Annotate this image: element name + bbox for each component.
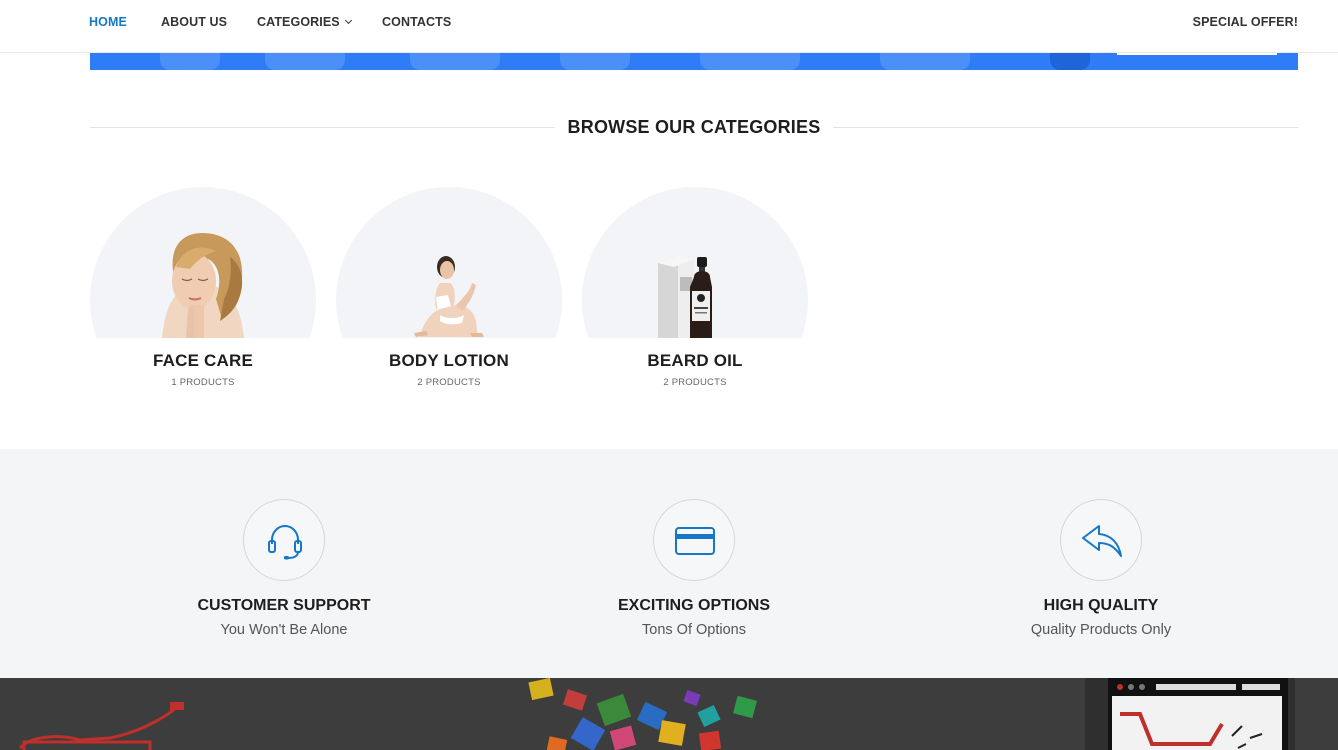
banner-decoration <box>560 53 630 70</box>
promo-banner-art <box>18 678 1295 750</box>
category-count: 2 PRODUCTS <box>417 377 481 388</box>
feature-subtitle: Quality Products Only <box>1030 622 1172 638</box>
banner-decoration <box>1117 53 1277 55</box>
category-face-care[interactable]: FACE CARE 1 PRODUCTS <box>90 187 316 397</box>
nav-categories-label: CATEGORIES <box>257 15 340 29</box>
category-name: FACE CARE <box>152 351 254 370</box>
feature-subtitle: Tons Of Options <box>642 622 746 638</box>
body-lotion-image <box>414 256 484 337</box>
category-beard-oil[interactable]: BEARD OIL 2 PRODUCTS <box>582 187 808 397</box>
feature-title: HIGH QUALITY <box>1043 597 1159 614</box>
category-count: 1 PRODUCTS <box>171 377 235 388</box>
banner-decoration <box>880 53 970 70</box>
promo-banner-strip[interactable] <box>0 678 1338 750</box>
section-title: BROWSE OUR CATEGORIES <box>567 117 821 137</box>
category-name: BEARD OIL <box>647 351 743 370</box>
nav-special-offer[interactable]: SPECIAL OFFER! <box>1193 15 1298 29</box>
feature-title: EXCITING OPTIONS <box>617 597 770 614</box>
chevron-down-icon <box>344 16 352 25</box>
category-count: 2 PRODUCTS <box>663 377 727 388</box>
banner-decoration <box>265 53 345 70</box>
feature-icon-circle <box>243 499 325 581</box>
banner-decoration <box>410 53 500 70</box>
reply-arrow-icon <box>1082 525 1122 557</box>
credit-card-icon <box>675 527 715 555</box>
top-navigation: HOME ABOUT US CATEGORIES CONTACTS SPECIA… <box>0 0 1338 53</box>
feature-icon-circle <box>653 499 735 581</box>
feature-customer-support: CUSTOMER SUPPORT You Won't Be Alone <box>154 449 414 678</box>
nav-contacts[interactable]: CONTACTS <box>382 15 451 29</box>
headset-icon <box>268 524 302 560</box>
category-image-frame <box>90 187 316 338</box>
feature-icon-circle <box>1060 499 1142 581</box>
category-name: BODY LOTION <box>389 351 509 370</box>
face-care-image <box>162 233 244 338</box>
category-image-frame <box>582 187 808 338</box>
banner-decoration <box>700 53 800 70</box>
features-section: CUSTOMER SUPPORT You Won't Be Alone EXCI… <box>0 449 1338 678</box>
nav-categories[interactable]: CATEGORIES <box>257 15 352 29</box>
banner-decoration <box>1050 53 1090 70</box>
feature-high-quality: HIGH QUALITY Quality Products Only <box>971 449 1231 678</box>
nav-about-us[interactable]: ABOUT US <box>161 15 227 29</box>
nav-home[interactable]: HOME <box>89 15 127 29</box>
banner-decoration <box>160 53 220 70</box>
beard-oil-image <box>658 255 712 338</box>
category-body-lotion[interactable]: BODY LOTION 2 PRODUCTS <box>336 187 562 397</box>
feature-title: CUSTOMER SUPPORT <box>197 597 371 614</box>
feature-exciting-options: EXCITING OPTIONS Tons Of Options <box>564 449 824 678</box>
hero-banner[interactable] <box>90 53 1298 70</box>
category-image-frame <box>336 187 562 338</box>
feature-subtitle: You Won't Be Alone <box>220 622 348 638</box>
